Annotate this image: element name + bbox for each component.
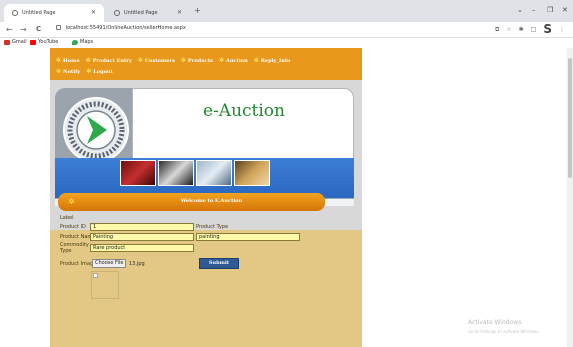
profile-avatar[interactable]: S <box>543 23 552 35</box>
submit-button[interactable]: Submit <box>199 258 239 269</box>
bookmarks-bar: Gmail YouTube Maps <box>0 38 573 48</box>
site-title: e-Auction <box>202 101 285 121</box>
menu-label: Logout <box>93 68 113 75</box>
bookmark-youtube[interactable]: YouTube <box>30 39 58 45</box>
menu-label: Auction <box>225 57 248 64</box>
tab-untitled-page-1[interactable]: Untitled Page ✕ <box>4 4 104 22</box>
product-image-label: Product Image <box>60 261 97 267</box>
product-name-input[interactable]: Painting <box>90 233 194 241</box>
tab-title: Untitled Page <box>124 10 158 16</box>
menu-item-customers[interactable]: ✲ Customers <box>138 57 175 64</box>
page-viewport: ✲ Home ✲ Product Entry ✲ Customers ✲ Product… <box>0 48 573 347</box>
bookmark-maps[interactable]: Maps <box>72 39 93 45</box>
menu-item-products[interactable]: ✲ Products <box>181 57 213 64</box>
youtube-icon <box>30 39 36 45</box>
install-app-icon[interactable]: ⧉ <box>495 26 499 34</box>
star-icon: ✲ <box>56 68 62 75</box>
menu-label: Reply_Info <box>260 57 291 64</box>
menu-row-secondary: ✲ Notify ✲ Logout <box>56 68 113 75</box>
side-panel-icon[interactable]: □ <box>531 26 537 33</box>
tab-title: Untitled Page <box>22 10 56 16</box>
activate-windows-title: Activate Windows <box>468 319 522 326</box>
header-banner <box>55 158 354 198</box>
tab-untitled-page-2[interactable]: Untitled Page ✕ <box>106 4 190 22</box>
maps-pin-icon <box>72 39 78 45</box>
maximize-icon[interactable]: ❐ <box>547 6 553 14</box>
address-bar[interactable]: localhost:55491/OnlineAuction/sellerHome… <box>56 25 186 31</box>
minimize-icon[interactable]: – <box>532 6 536 14</box>
banner-image-1 <box>120 160 156 186</box>
menu-item-product-entry[interactable]: ✲ Product Entry <box>86 57 132 64</box>
browser-tab-bar: Untitled Page ✕ Untitled Page ✕ + ⌄ – ❐ … <box>0 0 573 22</box>
bookmark-gmail[interactable]: Gmail <box>4 39 27 45</box>
activate-windows-subtitle: Go to Settings to activate Windows. <box>468 329 540 334</box>
auction-logo-icon <box>63 97 129 163</box>
star-icon: ✲ <box>86 68 92 75</box>
product-type-input[interactable]: painting <box>196 233 300 241</box>
close-tab-icon[interactable]: ✕ <box>91 9 96 16</box>
menu-label: Products <box>187 57 213 64</box>
star-icon: ✲ <box>180 57 186 64</box>
extensions-icon[interactable]: ✱ <box>519 26 524 33</box>
forward-arrow-icon[interactable]: → <box>20 25 27 34</box>
gmail-icon <box>4 39 10 45</box>
toolbar-icons: ⧉ ☆ ✱ □ S ⋮ <box>495 23 565 35</box>
site-container: ✲ Home ✲ Product Entry ✲ Customers ✲ Product… <box>50 48 362 347</box>
welcome-banner: ✲ Welcome to E.Auction <box>58 193 325 211</box>
browser-toolbar: ← → C localhost:55491/OnlineAuction/sell… <box>0 22 573 38</box>
star-icon: ✲ <box>218 57 224 64</box>
page-favicon-icon <box>12 10 18 16</box>
close-tab-icon[interactable]: ✕ <box>177 9 182 16</box>
tab-search-icon[interactable]: ⌄ <box>517 6 523 14</box>
page-favicon-icon <box>114 10 120 16</box>
star-icon: ✲ <box>56 57 62 64</box>
star-icon: ✲ <box>253 57 259 64</box>
screen: Untitled Page ✕ Untitled Page ✕ + ⌄ – ❐ … <box>0 0 573 347</box>
menu-row-primary: ✲ Home ✲ Product Entry ✲ Customers ✲ Product… <box>56 57 290 64</box>
banner-image-4 <box>234 160 270 186</box>
site-info-icon[interactable] <box>56 25 61 30</box>
menu-label: Home <box>63 57 80 64</box>
form-label: Label <box>60 215 74 221</box>
menu-item-home[interactable]: ✲ Home <box>56 57 80 64</box>
product-type-label: Product Type <box>196 224 229 230</box>
choose-file-button[interactable]: Choose File <box>92 259 127 268</box>
banner-image-3 <box>196 160 232 186</box>
menu-label: Customers <box>144 57 175 64</box>
banner-image-2 <box>158 160 194 186</box>
back-arrow-icon[interactable]: ← <box>6 25 13 34</box>
new-tab-button[interactable]: + <box>194 6 201 15</box>
scrollbar-thumb[interactable] <box>568 58 572 178</box>
menu-item-reply-info[interactable]: ✲ Reply_Info <box>254 57 291 64</box>
site-menu-bar: ✲ Home ✲ Product Entry ✲ Customers ✲ Product… <box>50 48 362 80</box>
menu-item-notify[interactable]: ✲ Notify <box>56 68 80 75</box>
star-icon: ✲ <box>85 57 91 64</box>
bookmark-label: YouTube <box>38 39 59 45</box>
url-text: localhost:55491/OnlineAuction/sellerHome… <box>65 25 186 31</box>
bookmark-label: Maps <box>80 39 94 45</box>
product-id-label: Product ID <box>60 224 86 230</box>
broken-image-icon <box>93 273 98 278</box>
product-id-input[interactable]: 1 <box>90 223 194 231</box>
commodity-type-label-line2: Type <box>60 248 72 254</box>
product-image-preview <box>91 271 119 299</box>
bookmark-star-icon[interactable]: ☆ <box>506 26 511 33</box>
reload-icon[interactable]: C <box>36 25 41 33</box>
bookmark-label: Gmail <box>12 39 27 45</box>
selected-file-name: 13.jpg <box>129 261 145 267</box>
menu-label: Product Entry <box>92 57 132 64</box>
star-icon: ✲ <box>137 57 143 64</box>
welcome-text: Welcome to E.Auction <box>180 198 243 204</box>
close-window-icon[interactable]: ✕ <box>562 6 568 14</box>
menu-kebab-icon[interactable]: ⋮ <box>559 26 565 33</box>
commodity-type-input[interactable]: Rare product <box>90 244 194 252</box>
menu-item-auction[interactable]: ✲ Auction <box>219 57 248 64</box>
menu-item-logout[interactable]: ✲ Logout <box>86 68 113 75</box>
menu-label: Notify <box>63 68 81 75</box>
